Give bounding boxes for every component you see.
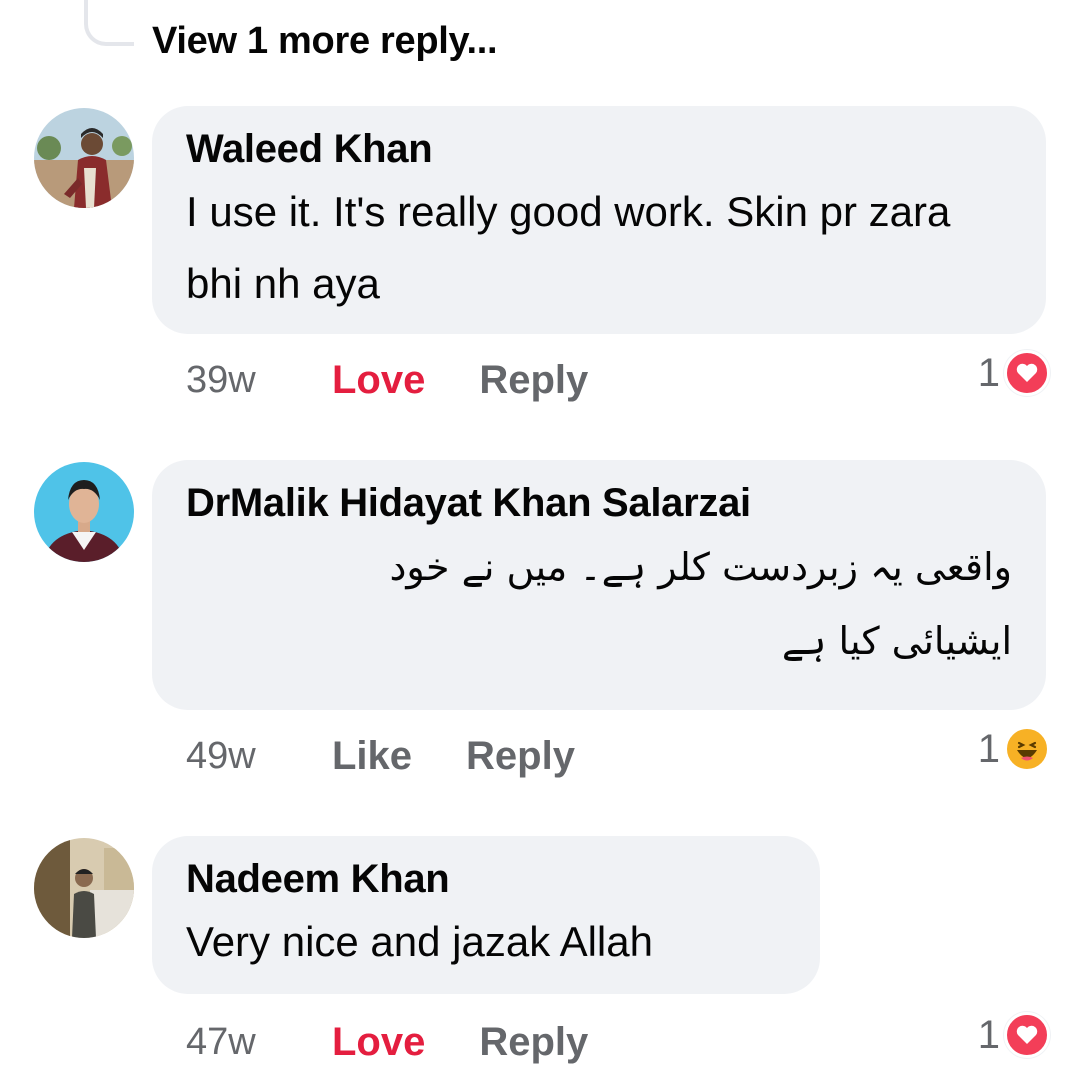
reply-button[interactable]: Reply: [466, 732, 575, 780]
love-icon: [1004, 350, 1050, 396]
avatar[interactable]: [34, 108, 134, 208]
reaction-summary[interactable]: 1: [978, 1012, 1050, 1058]
love-button[interactable]: Love: [332, 356, 425, 404]
comment-bubble: Waleed Khan I use it. It's really good w…: [152, 106, 1046, 334]
comment-actions: 49w Like Reply: [186, 732, 629, 780]
comment-author[interactable]: Nadeem Khan: [186, 854, 786, 904]
comment-author[interactable]: DrMalik Hidayat Khan Salarzai: [186, 478, 1012, 528]
comment-actions: 39w Love Reply: [186, 356, 642, 404]
avatar-photo: [34, 462, 134, 562]
reply-button[interactable]: Reply: [479, 356, 588, 404]
comment-text: واقعی یہ زبردست کلر ہے۔ میں نے خود ایشیا…: [389, 545, 1012, 663]
comment-timestamp[interactable]: 39w: [186, 356, 332, 404]
reaction-summary[interactable]: 1: [978, 726, 1050, 772]
haha-icon: [1004, 726, 1050, 772]
love-icon: [1004, 1012, 1050, 1058]
avatar-photo: [34, 108, 134, 208]
comment-timestamp[interactable]: 49w: [186, 732, 332, 780]
comment-timestamp[interactable]: 47w: [186, 1018, 332, 1066]
comment-bubble: DrMalik Hidayat Khan Salarzai واقعی یہ ز…: [152, 460, 1046, 710]
reply-button[interactable]: Reply: [479, 1018, 588, 1066]
reaction-count: 1: [977, 350, 1000, 395]
avatar[interactable]: [34, 462, 134, 562]
love-button[interactable]: Love: [332, 1018, 425, 1066]
reaction-count: 1: [977, 726, 1000, 771]
reaction-summary[interactable]: 1: [978, 350, 1050, 396]
view-more-replies-link[interactable]: View 1 more reply...: [152, 20, 498, 63]
comment-bubble: Nadeem Khan Very nice and jazak Allah: [152, 836, 820, 994]
avatar[interactable]: [34, 838, 134, 938]
comment-text: Very nice and jazak Allah: [186, 918, 653, 965]
reply-thread-connector: [84, 0, 134, 46]
comment-actions: 47w Love Reply: [186, 1018, 642, 1066]
reaction-count: 1: [977, 1012, 1000, 1057]
comment-author[interactable]: Waleed Khan: [186, 124, 1012, 174]
like-button[interactable]: Like: [332, 732, 412, 780]
avatar-photo: [34, 838, 134, 938]
comment-text: I use it. It's really good work. Skin pr…: [186, 188, 951, 307]
